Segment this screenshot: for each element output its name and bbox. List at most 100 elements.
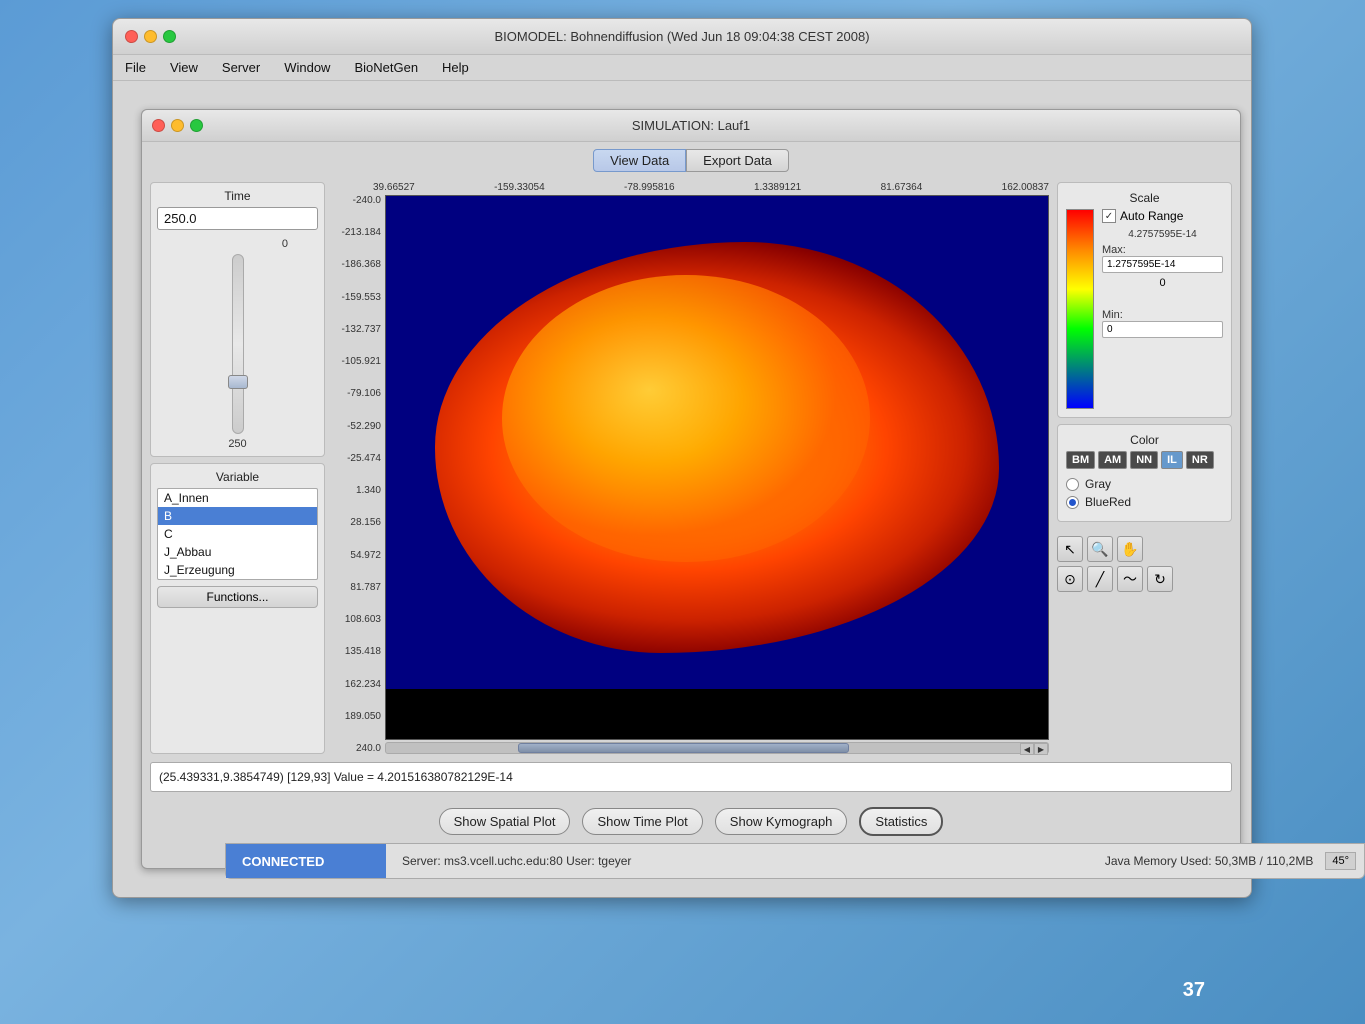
traffic-lights <box>125 30 176 43</box>
tool-icons: ↖ 🔍 ✋ ⊙ ╱ 〜 ↻ <box>1057 536 1232 592</box>
scroll-left[interactable]: ◀ <box>1020 743 1034 755</box>
maximize-icon[interactable] <box>163 30 176 43</box>
axis-top-4: 81.67364 <box>881 182 923 193</box>
y-label-13: 108.603 <box>333 614 381 625</box>
close-icon[interactable] <box>125 30 138 43</box>
sim-close-icon[interactable] <box>152 119 165 132</box>
y-label-10: 28.156 <box>333 517 381 528</box>
line-tool-icon[interactable]: ╱ <box>1087 566 1113 592</box>
y-label-6: -79.106 <box>333 388 381 399</box>
sim-maximize-icon[interactable] <box>190 119 203 132</box>
rotate-tool-icon[interactable]: ↻ <box>1147 566 1173 592</box>
y-label-16: 189.050 <box>333 711 381 722</box>
time-slider-container: 0 250 <box>157 238 318 450</box>
axis-top-5: 162.00837 <box>1002 182 1049 193</box>
color-btn-am[interactable]: AM <box>1098 451 1127 469</box>
left-panel: Time 0 250 Variable A_Innen B <box>150 182 325 754</box>
axis-top-labels: 39.66527 -159.33054 -78.995816 1.3389121… <box>333 182 1049 193</box>
zero-label: 0 <box>1102 277 1223 289</box>
color-section: Color BM AM NN IL NR Gray BlueRed <box>1057 424 1232 522</box>
plot-area: 39.66527 -159.33054 -78.995816 1.3389121… <box>333 182 1049 754</box>
plot-scrollbar[interactable]: ◀ ▶ <box>385 742 1049 754</box>
outer-titlebar: BIOMODEL: Bohnendiffusion (Wed Jun 18 09… <box>113 19 1251 55</box>
gray-radio[interactable] <box>1066 478 1079 491</box>
menu-server[interactable]: Server <box>218 58 264 77</box>
scrollbar-thumb[interactable] <box>518 743 849 753</box>
y-label-12: 81.787 <box>333 582 381 593</box>
sim-minimize-icon[interactable] <box>171 119 184 132</box>
select-tool-icon[interactable]: ↖ <box>1057 536 1083 562</box>
color-label: Color <box>1066 433 1223 447</box>
time-slider-track[interactable] <box>232 254 244 434</box>
time-slider-thumb[interactable] <box>228 375 248 389</box>
scroll-right[interactable]: ▶ <box>1034 743 1048 755</box>
curve-tool-icon[interactable]: 〜 <box>1117 566 1143 592</box>
y-label-14: 135.418 <box>333 646 381 657</box>
var-j-abbau[interactable]: J_Abbau <box>158 543 317 561</box>
y-label-11: 54.972 <box>333 550 381 561</box>
tool-row-1: ↖ 🔍 ✋ <box>1057 536 1232 562</box>
y-label-17: 240.0 <box>333 743 381 754</box>
bluered-label: BlueRed <box>1085 495 1131 509</box>
y-label-5: -105.921 <box>333 356 381 367</box>
y-axis-labels: -240.0 -213.184 -186.368 -159.553 -132.7… <box>333 195 385 754</box>
y-label-7: -52.290 <box>333 421 381 432</box>
plot-black-bar <box>386 689 1048 739</box>
pan-tool-icon[interactable]: ✋ <box>1117 536 1143 562</box>
color-btn-nn[interactable]: NN <box>1130 451 1158 469</box>
color-btn-bm[interactable]: BM <box>1066 451 1095 469</box>
plot-canvas[interactable] <box>385 195 1049 740</box>
y-label-9: 1.340 <box>333 485 381 496</box>
axis-top-3: 1.3389121 <box>754 182 801 193</box>
var-c[interactable]: C <box>158 525 317 543</box>
variable-section: Variable A_Innen B C J_Abbau J_Erzeugung… <box>150 463 325 754</box>
sim-window: SIMULATION: Lauf1 View Data Export Data … <box>141 109 1241 869</box>
statistics-button[interactable]: Statistics <box>859 807 943 836</box>
bluered-radio[interactable] <box>1066 496 1079 509</box>
point-tool-icon[interactable]: ⊙ <box>1057 566 1083 592</box>
variable-label: Variable <box>157 470 318 484</box>
auto-range-checkbox[interactable] <box>1102 209 1116 223</box>
show-spatial-plot-button[interactable]: Show Spatial Plot <box>439 808 571 835</box>
outer-window-title: BIOMODEL: Bohnendiffusion (Wed Jun 18 09… <box>494 29 869 44</box>
blob-container <box>396 206 1038 689</box>
slider-max-label: 250 <box>228 438 246 450</box>
y-label-1: -213.184 <box>333 227 381 238</box>
menu-window[interactable]: Window <box>280 58 334 77</box>
status-bar: CONNECTED Server: ms3.vcell.uchc.edu:80 … <box>225 843 1365 879</box>
y-label-0: -240.0 <box>333 195 381 206</box>
scale-controls: Auto Range 4.2757595E-14 Max: 0 Min: <box>1102 209 1223 338</box>
auto-range-label: Auto Range <box>1120 209 1183 223</box>
sim-window-title: SIMULATION: Lauf1 <box>632 118 750 133</box>
tab-export-data[interactable]: Export Data <box>686 149 789 172</box>
color-buttons: BM AM NN IL NR <box>1066 451 1223 469</box>
coord-bar: (25.439331,9.3854749) [129,93] Value = 4… <box>150 762 1232 792</box>
show-time-plot-button[interactable]: Show Time Plot <box>582 808 702 835</box>
zoom-tool-icon[interactable]: 🔍 <box>1087 536 1113 562</box>
auto-range-row: Auto Range <box>1102 209 1223 223</box>
memory-info: Java Memory Used: 50,3MB / 110,2MB <box>1093 854 1326 868</box>
bottom-buttons: Show Spatial Plot Show Time Plot Show Ky… <box>142 796 1240 846</box>
y-label-15: 162.234 <box>333 679 381 690</box>
angle-badge: 45° <box>1325 852 1356 870</box>
time-section: Time 0 250 <box>150 182 325 457</box>
menu-file[interactable]: File <box>121 58 150 77</box>
var-b[interactable]: B <box>158 507 317 525</box>
time-input[interactable] <box>157 207 318 230</box>
max-input[interactable] <box>1102 256 1223 273</box>
menu-view[interactable]: View <box>166 58 202 77</box>
color-btn-il[interactable]: IL <box>1161 451 1183 469</box>
show-kymograph-button[interactable]: Show Kymograph <box>715 808 848 835</box>
min-input[interactable] <box>1102 321 1223 338</box>
var-a-innen[interactable]: A_Innen <box>158 489 317 507</box>
minimize-icon[interactable] <box>144 30 157 43</box>
var-j-erzeugung[interactable]: J_Erzeugung <box>158 561 317 579</box>
color-btn-nr[interactable]: NR <box>1186 451 1214 469</box>
coord-text: (25.439331,9.3854749) [129,93] Value = 4… <box>159 770 513 784</box>
sim-titlebar: SIMULATION: Lauf1 <box>142 110 1240 142</box>
functions-button[interactable]: Functions... <box>157 586 318 608</box>
menu-help[interactable]: Help <box>438 58 473 77</box>
tab-view-data[interactable]: View Data <box>593 149 686 172</box>
right-panel: Scale Auto Range 4.2757595E-14 Max: 0 Mi… <box>1057 182 1232 754</box>
menu-bionetgen[interactable]: BioNetGen <box>350 58 422 77</box>
